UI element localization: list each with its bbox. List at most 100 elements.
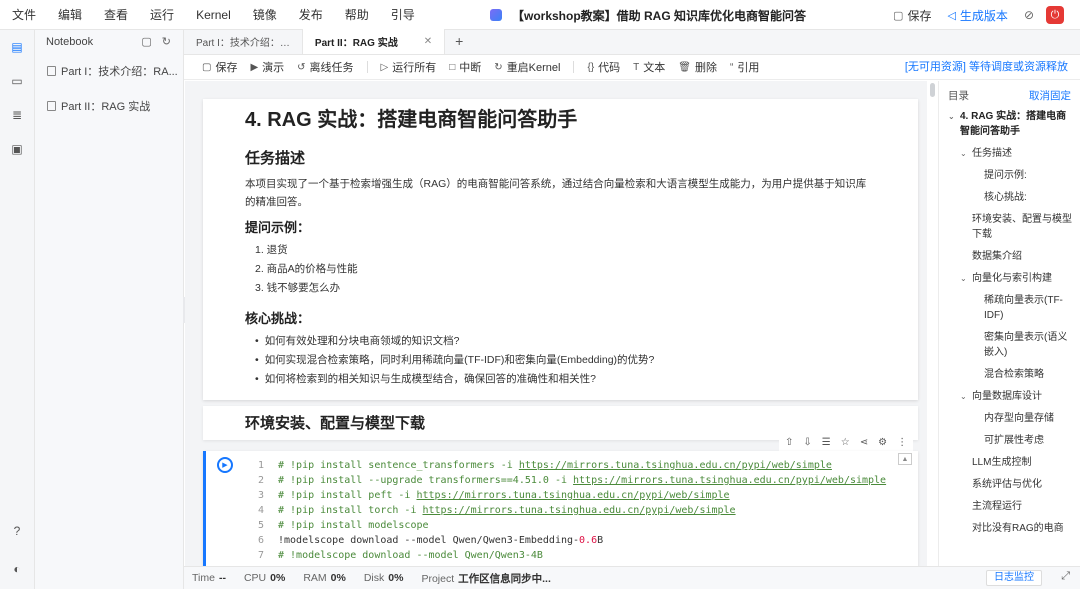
toc-item-label: 任务描述	[972, 148, 1012, 159]
status-bar: Time -- CPU 0% RAM 0% Disk 0% Project 工作区信息同步…	[184, 566, 1080, 589]
notebook-logo-icon	[490, 9, 502, 21]
toc-item-label: 可扩展性考虑	[984, 435, 1044, 446]
file-item-part1[interactable]: Part I：技术介绍：RA...	[35, 61, 183, 81]
menu-guide[interactable]: 引导	[380, 0, 426, 30]
offline-task-button[interactable]: ↺ 离线任务	[297, 59, 353, 75]
notebook-scrollbar[interactable]	[930, 81, 936, 566]
toc-item[interactable]: 内存型向量存储	[939, 411, 1080, 426]
power-icon: ⏻	[1050, 8, 1060, 21]
package-icon[interactable]: ▣	[10, 142, 24, 156]
refresh-icon[interactable]: ↻	[162, 35, 171, 48]
chevron-down-icon[interactable]: ⌄	[960, 389, 972, 404]
toc-item[interactable]: ⌄ 向量化与索引构建	[939, 271, 1080, 286]
notebook-icon[interactable]: ▤	[10, 40, 24, 54]
restart-kernel-label: 重启Kernel	[506, 62, 561, 74]
toc-item[interactable]: 核心挑战:	[939, 190, 1080, 205]
line-number: 6	[258, 535, 265, 546]
theme-toggle-icon[interactable]: ◐	[10, 562, 24, 576]
code-url-link[interactable]: https://mirrors.tuna.tsinghua.edu.cn/pyp…	[519, 458, 832, 473]
folder-icon[interactable]: ▭	[10, 74, 24, 88]
toc-item[interactable]: 环境安装、配置与模型下载	[939, 212, 1080, 242]
settings-gear-icon[interactable]: ⚙	[878, 437, 887, 448]
cite-button[interactable]: “引用	[730, 59, 759, 75]
toc-item[interactable]: 数据集介绍	[939, 249, 1080, 264]
present-button[interactable]: ▶ 演示	[250, 59, 284, 75]
add-text-button[interactable]: T 文本	[633, 59, 665, 75]
chevron-down-icon[interactable]: ⌄	[960, 271, 972, 286]
share-icon[interactable]: ⋖	[860, 437, 868, 448]
toc-item-label: 内存型向量存储	[984, 413, 1054, 424]
toc-item[interactable]: 系统评估与优化	[939, 477, 1080, 492]
code-url-link[interactable]: https://mirrors.tuna.tsinghua.edu.cn/pyp…	[416, 488, 729, 503]
toolbar-divider	[573, 61, 575, 73]
toc-item[interactable]: 稀疏向量表示(TF-IDF)	[939, 293, 1080, 323]
restart-kernel-button[interactable]: ↻ 重启Kernel	[494, 59, 560, 75]
toc-item[interactable]: 可扩展性考虑	[939, 433, 1080, 448]
add-tab-icon[interactable]: +	[445, 29, 473, 54]
toc-item-label: 提问示例:	[984, 170, 1027, 181]
menu-kernel[interactable]: Kernel	[185, 0, 242, 30]
markdown-cell[interactable]: 4. RAG 实战：搭建电商智能问答助手 任务描述 本项目实现了一个基于检索增强…	[203, 99, 918, 400]
menu-edit[interactable]: 编辑	[47, 0, 93, 30]
file-panel-header: Notebook ▢ ↻	[35, 30, 183, 54]
toc-icon[interactable]: ☰	[822, 437, 831, 448]
resource-status[interactable]: [无可用资源] 等待调度或资源释放	[905, 55, 1068, 80]
expand-icon[interactable]: ⤢	[1061, 570, 1070, 583]
collapse-cell-icon[interactable]: ▲	[898, 453, 912, 465]
toc-item[interactable]: 提问示例:	[939, 168, 1080, 183]
toc-item[interactable]: 主流程运行	[939, 499, 1080, 514]
interrupt-button[interactable]: □ 中断	[449, 59, 481, 75]
tab-bar: Part I：技术介绍：… Part II：RAG 实战 ✕ +	[184, 29, 1080, 55]
code-line: 6 !modelscope download --model Qwen/Qwen3…	[258, 533, 886, 548]
scrollbar-thumb[interactable]	[930, 83, 935, 97]
delete-cell-button[interactable]: 🗑 删除	[678, 59, 717, 75]
menu-publish[interactable]: 发布	[288, 0, 334, 30]
log-monitor-button[interactable]: 日志监控	[986, 570, 1042, 586]
add-code-button[interactable]: {} 代码	[587, 59, 620, 75]
line-number: 7	[258, 550, 265, 561]
menu-view[interactable]: 查看	[93, 0, 139, 30]
link-icon[interactable]: ⊘	[1024, 8, 1034, 22]
menu-run[interactable]: 运行	[139, 0, 185, 30]
power-button[interactable]: ⏻	[1046, 6, 1064, 24]
star-icon[interactable]: ☆	[841, 437, 850, 448]
challenges-list: 如何有效处理和分块电商领域的知识文档? 如何实现混合检索策略，同时利用稀疏向量(…	[255, 332, 876, 389]
run-cell-button[interactable]: ▶	[217, 457, 233, 473]
run-all-button[interactable]: ▷ 运行所有	[381, 59, 437, 75]
toc-item[interactable]: 混合检索策略	[939, 367, 1080, 382]
tab-part2[interactable]: Part II：RAG 实战 ✕	[301, 29, 446, 54]
new-file-icon[interactable]: ▢	[141, 35, 151, 48]
more-icon[interactable]: ⋮	[897, 437, 907, 448]
database-icon[interactable]: ≣	[10, 108, 24, 122]
move-down-icon[interactable]: ⇩	[803, 437, 811, 448]
move-up-icon[interactable]: ⇧	[785, 437, 793, 448]
help-icon[interactable]: ?	[10, 524, 24, 538]
header-save-button[interactable]: ▢ 保存	[893, 7, 931, 24]
tab-close-icon[interactable]: ✕	[424, 36, 432, 47]
menu-file[interactable]: 文件	[0, 0, 47, 30]
code-url-link[interactable]: https://mirrors.tuna.tsinghua.edu.cn/pyp…	[573, 473, 886, 488]
code-url-link[interactable]: https://mirrors.tuna.tsinghua.edu.cn/pyp…	[423, 503, 736, 518]
file-item-part2[interactable]: Part II：RAG 实战	[35, 96, 183, 116]
chevron-down-icon[interactable]: ⌄	[948, 109, 960, 139]
toc-item[interactable]: ⌄ 4. RAG 实战：搭建电商智能问答助手	[939, 109, 1080, 139]
chevron-down-icon[interactable]: ⌄	[960, 146, 972, 161]
toc-item[interactable]: LLM生成控制	[939, 455, 1080, 470]
toolbar-divider	[366, 61, 368, 73]
menu-image[interactable]: 镜像	[242, 0, 288, 30]
code-cell[interactable]: ▶ ▲ 1 # !pip install sentence_transformer…	[203, 451, 918, 566]
file-icon	[47, 101, 56, 111]
menu-help[interactable]: 帮助	[334, 0, 380, 30]
tab-part1[interactable]: Part I：技术介绍：…	[184, 29, 302, 54]
status-value: --	[218, 572, 226, 584]
generate-version-button[interactable]: ◁ 生成版本	[947, 7, 1007, 24]
toc-item[interactable]: 密集向量表示(语义嵌入)	[939, 330, 1080, 360]
toc-header: 目录 取消固定	[939, 81, 1080, 109]
code-editor[interactable]: 1 # !pip install sentence_transformers -i…	[258, 458, 886, 563]
toc-item[interactable]: 对比没有RAG的电商	[939, 521, 1080, 536]
interrupt-label: 中断	[459, 62, 482, 74]
toc-item[interactable]: ⌄ 向量数据库设计	[939, 389, 1080, 404]
toc-item[interactable]: ⌄ 任务描述	[939, 146, 1080, 161]
unpin-toc-button[interactable]: 取消固定	[1029, 88, 1071, 103]
toolbar-save-button[interactable]: ▢ 保存	[202, 59, 237, 75]
